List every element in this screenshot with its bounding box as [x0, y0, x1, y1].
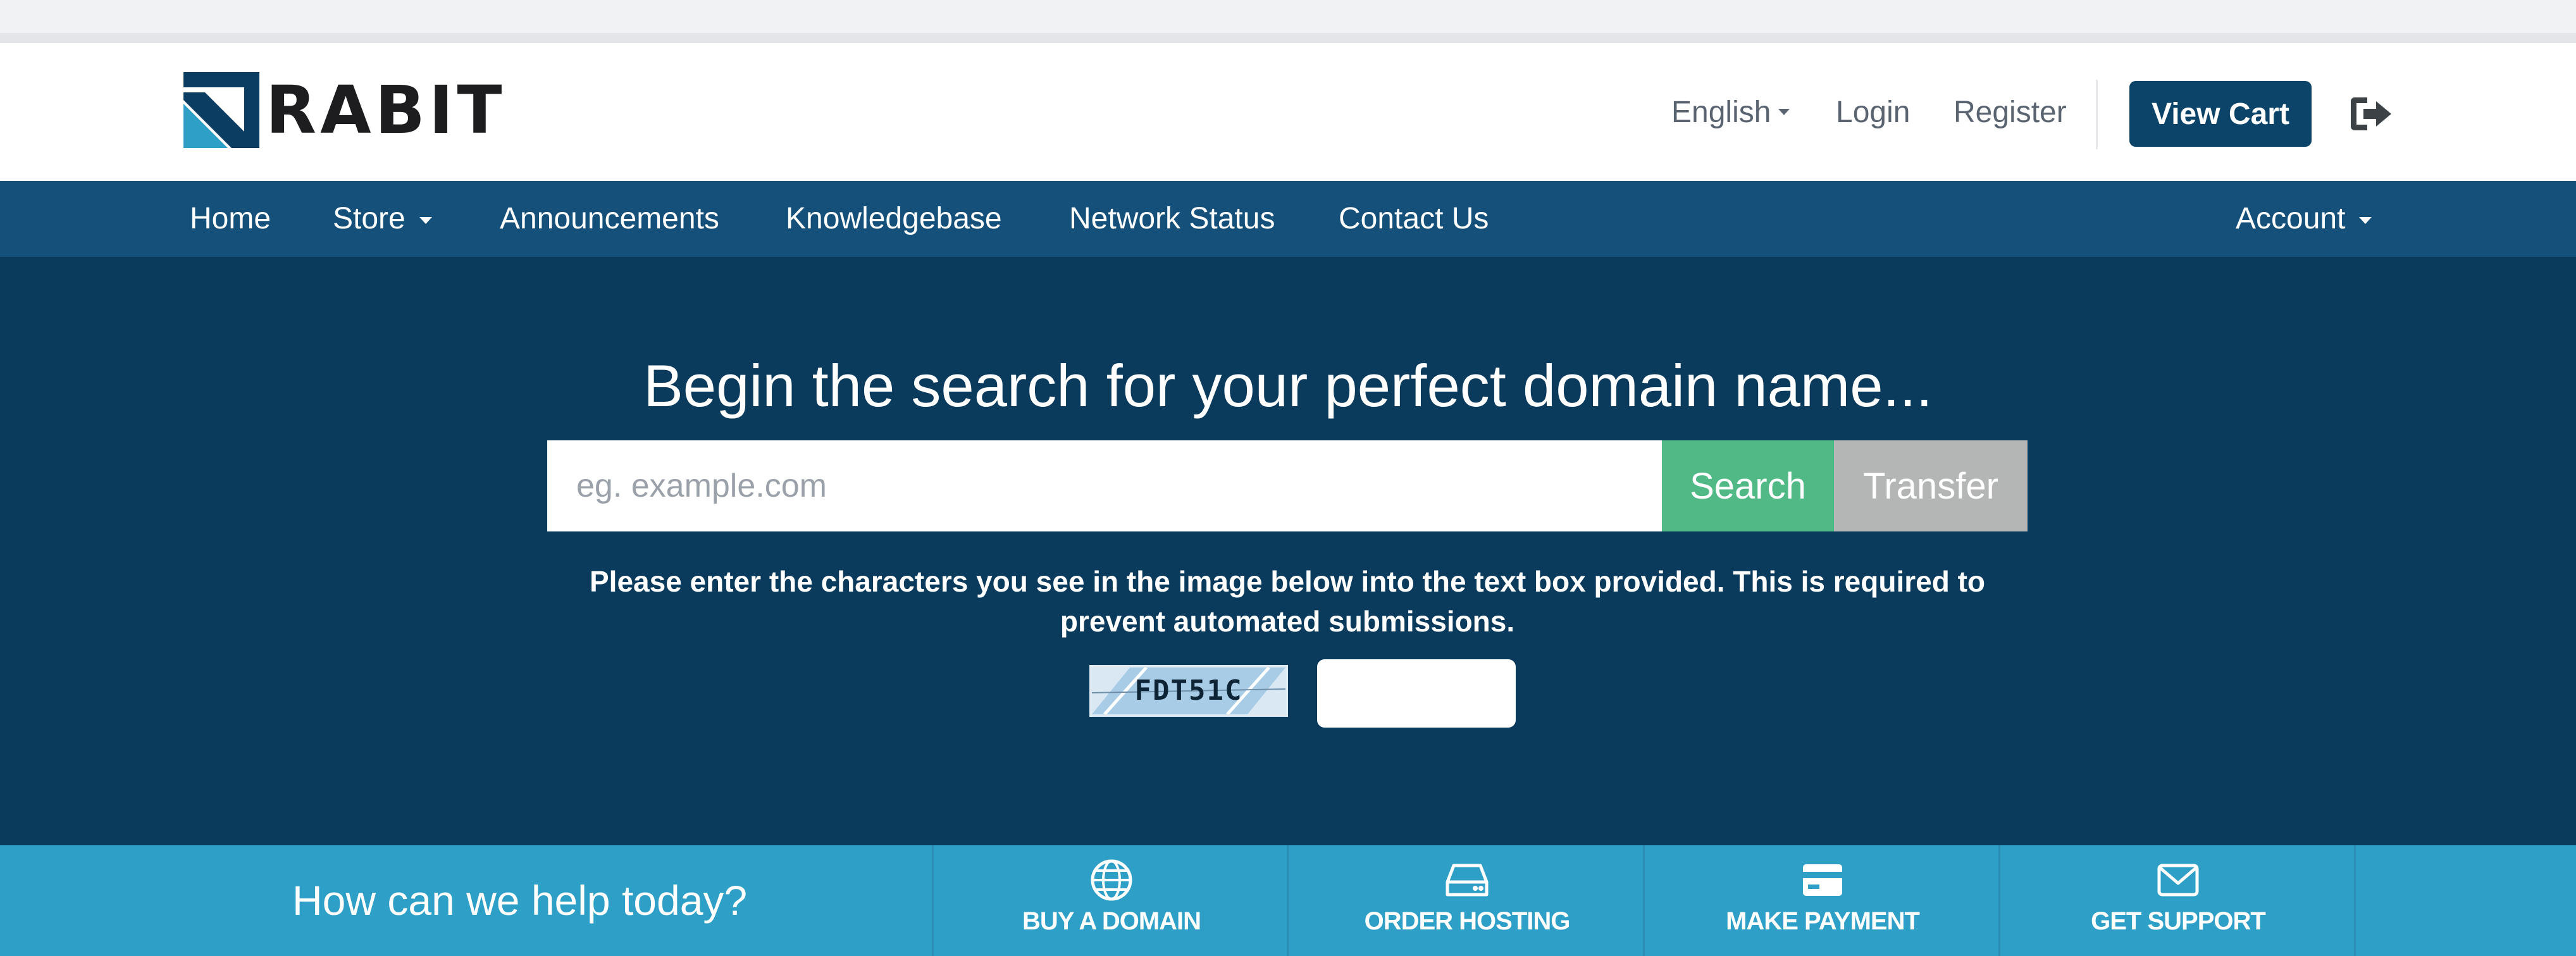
captcha-instructions: Please enter the characters you see in t…: [589, 565, 1986, 638]
make-payment-label: MAKE PAYMENT: [1726, 907, 1920, 935]
order-hosting-link[interactable]: ORDER HOSTING: [1289, 845, 1645, 956]
nav-knowledgebase[interactable]: Knowledgebase: [786, 181, 1002, 257]
nav-store-label: Store: [333, 202, 406, 235]
domain-search-input[interactable]: [547, 440, 1662, 531]
login-link[interactable]: Login: [1836, 95, 1910, 130]
sign-out-icon: [2351, 97, 2391, 130]
order-hosting-label: ORDER HOSTING: [1364, 907, 1571, 935]
globe-icon: [1091, 859, 1132, 901]
transfer-button[interactable]: Transfer: [1834, 440, 2028, 531]
captcha-code: FDT51C: [1134, 674, 1243, 707]
language-selector[interactable]: English: [1671, 43, 1790, 181]
browser-top-strip: [0, 0, 2576, 33]
get-support-label: GET SUPPORT: [2091, 907, 2266, 935]
nav-account[interactable]: Account: [2236, 181, 2372, 257]
register-link[interactable]: Register: [1954, 95, 2067, 130]
header-divider: [2096, 80, 2098, 149]
site-header: RABIT English Login Register View Cart: [0, 43, 2576, 181]
brand-name: RABIT: [266, 71, 506, 149]
captcha-image: FDT51C: [1089, 665, 1288, 717]
chevron-down-icon: [1778, 109, 1790, 115]
site-logo[interactable]: RABIT: [183, 72, 505, 148]
hero-title: Begin the search for your perfect domain…: [643, 352, 1933, 419]
nav-account-label: Account: [2236, 202, 2346, 235]
rabit-logo-icon: [183, 72, 259, 148]
envelope-icon: [2157, 864, 2199, 897]
help-divider: [2354, 845, 2356, 956]
domain-search-hero: Begin the search for your perfect domain…: [0, 257, 2576, 845]
help-title: How can we help today?: [292, 877, 748, 924]
help-bar: How can we help today? BUY A DOMAIN ORDE…: [0, 845, 2576, 956]
chevron-down-icon: [419, 216, 432, 224]
server-icon: [1446, 864, 1489, 897]
nav-home[interactable]: Home: [190, 181, 271, 257]
make-payment-link[interactable]: MAKE PAYMENT: [1645, 845, 2000, 956]
main-nav: Home Store Announcements Knowledgebase N…: [0, 181, 2576, 257]
nav-network-status[interactable]: Network Status: [1069, 181, 1275, 257]
top-strip-border: [0, 33, 2576, 43]
search-button[interactable]: Search: [1662, 440, 1834, 531]
nav-announcements[interactable]: Announcements: [500, 181, 719, 257]
view-cart-button[interactable]: View Cart: [2129, 81, 2312, 147]
chevron-down-icon: [2359, 216, 2372, 224]
nav-store[interactable]: Store: [333, 181, 432, 257]
credit-card-icon: [1803, 864, 1842, 896]
buy-domain-label: BUY A DOMAIN: [1022, 907, 1201, 935]
sign-out-button[interactable]: [2348, 94, 2394, 134]
nav-contact-us[interactable]: Contact Us: [1339, 181, 1489, 257]
language-label: English: [1671, 95, 1771, 129]
captcha-input[interactable]: [1317, 659, 1516, 728]
get-support-link[interactable]: GET SUPPORT: [2000, 845, 2356, 956]
buy-domain-link[interactable]: BUY A DOMAIN: [934, 845, 1289, 956]
